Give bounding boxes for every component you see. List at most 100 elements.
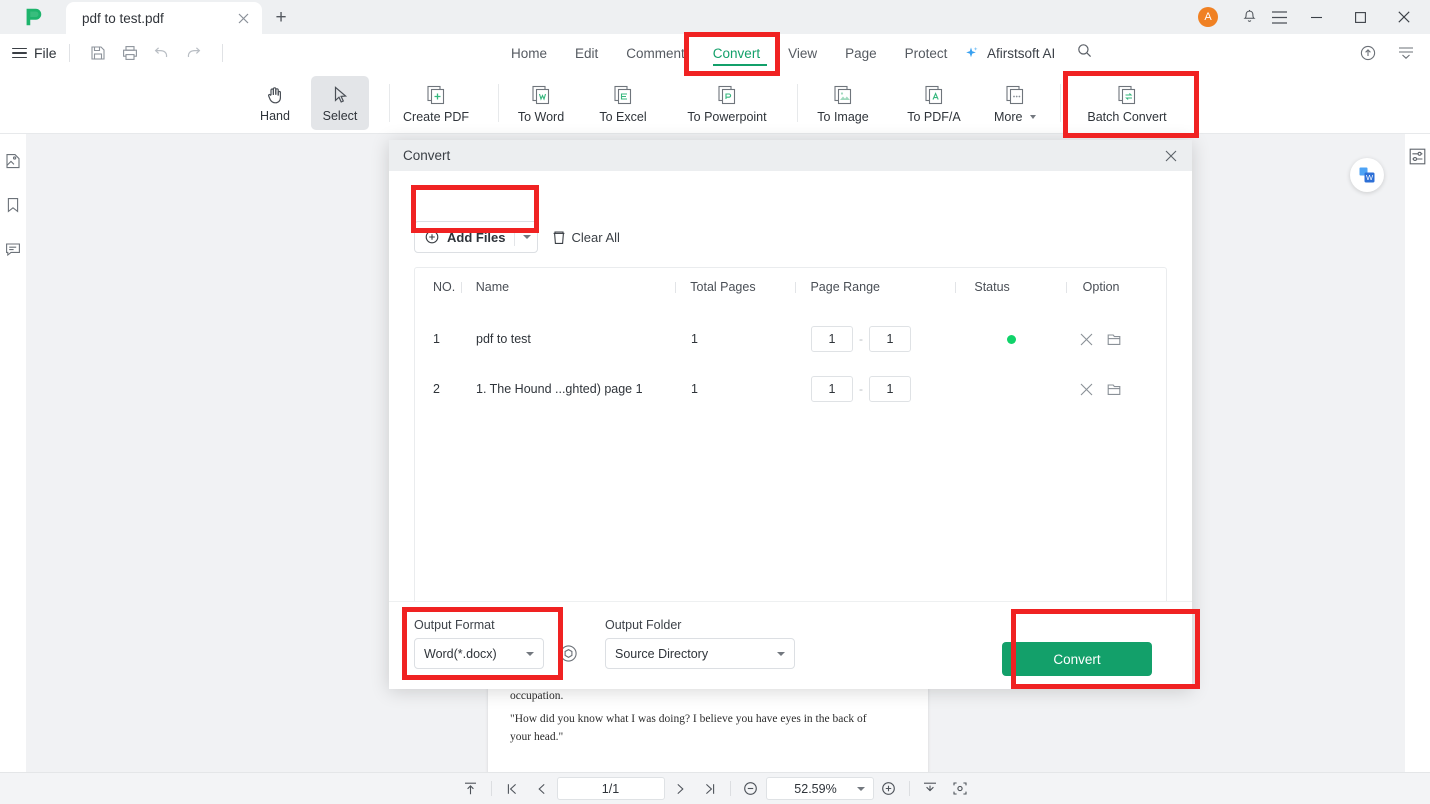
bell-icon[interactable] bbox=[1234, 0, 1264, 34]
table-row[interactable]: 1 pdf to test 1 1 - 1 bbox=[415, 314, 1166, 364]
format-settings-button[interactable] bbox=[553, 639, 583, 669]
chevron-down-icon[interactable] bbox=[522, 235, 531, 239]
tab-page[interactable]: Page bbox=[831, 34, 891, 72]
more-icon bbox=[1006, 85, 1024, 104]
create-pdf-icon bbox=[427, 85, 445, 104]
tab-edit[interactable]: Edit bbox=[561, 34, 612, 72]
ribbon-to-powerpoint-label: To Powerpoint bbox=[687, 109, 767, 124]
save-icon[interactable] bbox=[82, 40, 114, 66]
file-menu-label: File bbox=[34, 45, 57, 61]
open-folder-icon[interactable] bbox=[1107, 383, 1121, 396]
chevron-down-icon bbox=[856, 786, 865, 791]
output-folder-group: Output Folder Source Directory bbox=[605, 618, 795, 669]
tab-protect[interactable]: Protect bbox=[891, 34, 962, 72]
page-number-input[interactable]: 1/1 bbox=[556, 777, 665, 800]
output-folder-select[interactable]: Source Directory bbox=[605, 638, 795, 669]
ribbon-more[interactable]: More bbox=[984, 76, 1046, 130]
status-badge bbox=[956, 334, 1066, 344]
cloud-upload-icon[interactable] bbox=[1352, 40, 1384, 66]
ribbon-batch-convert[interactable]: Batch Convert bbox=[1072, 76, 1182, 130]
ribbon-select[interactable]: Select bbox=[311, 76, 369, 130]
tab-home[interactable]: Home bbox=[497, 34, 561, 72]
minimize-button[interactable] bbox=[1294, 0, 1338, 34]
fit-page-icon[interactable] bbox=[945, 777, 975, 801]
output-format-select[interactable]: Word(*.docx) bbox=[414, 638, 544, 669]
collapse-ribbon-icon[interactable] bbox=[1390, 40, 1422, 66]
ribbon-tabs: Home Edit Comment Convert View Page Prot… bbox=[497, 34, 961, 72]
print-icon[interactable] bbox=[114, 40, 146, 66]
column-page-range: Page Range bbox=[810, 280, 880, 294]
ribbon-to-powerpoint[interactable]: To Powerpoint bbox=[668, 76, 786, 130]
svg-text:W: W bbox=[1366, 173, 1374, 182]
zoom-out-icon[interactable] bbox=[736, 777, 766, 801]
close-icon[interactable] bbox=[1160, 145, 1182, 167]
ribbon-toolbar: Hand Select Create PDF To Word To Excel … bbox=[0, 72, 1430, 134]
output-format-label: Output Format bbox=[414, 618, 495, 632]
ribbon-to-image-label: To Image bbox=[817, 109, 869, 124]
next-page-icon[interactable] bbox=[665, 777, 695, 801]
properties-panel-icon[interactable] bbox=[1408, 146, 1428, 166]
first-page-icon[interactable] bbox=[497, 777, 527, 801]
remove-file-icon[interactable] bbox=[1080, 333, 1093, 346]
ribbon-to-pdfa[interactable]: To PDF/A bbox=[890, 76, 978, 130]
word-convert-float-button[interactable]: W bbox=[1350, 158, 1384, 192]
ribbon-hand[interactable]: Hand bbox=[250, 76, 300, 130]
column-no: NO. bbox=[433, 280, 456, 294]
redo-icon[interactable] bbox=[178, 40, 210, 66]
zoom-level-select[interactable]: 52.59% bbox=[765, 777, 874, 800]
clear-all-button[interactable]: Clear All bbox=[552, 230, 620, 245]
open-folder-icon[interactable] bbox=[1107, 333, 1121, 346]
fit-width-icon[interactable] bbox=[915, 777, 945, 801]
table-row[interactable]: 2 1. The Hound ...ghted) page 1 1 1 - 1 bbox=[415, 364, 1166, 414]
prev-page-icon[interactable] bbox=[527, 777, 557, 801]
to-powerpoint-icon bbox=[718, 85, 736, 104]
page-range-to-input[interactable]: 1 bbox=[869, 326, 911, 352]
page-range-from-input[interactable]: 1 bbox=[811, 376, 853, 402]
document-tab[interactable]: pdf to test.pdf bbox=[66, 2, 262, 34]
column-total-pages: Total Pages bbox=[690, 280, 756, 294]
row-name: 1. The Hound ...ghted) page 1 bbox=[476, 382, 643, 396]
gear-hexagon-icon bbox=[559, 645, 577, 662]
zoom-level-value: 52.59% bbox=[794, 781, 837, 796]
undo-icon[interactable] bbox=[146, 40, 178, 66]
avatar[interactable]: A bbox=[1198, 7, 1218, 27]
comment-icon[interactable] bbox=[2, 238, 24, 260]
output-format-value: Word(*.docx) bbox=[424, 646, 497, 661]
output-folder-value: Source Directory bbox=[615, 646, 709, 661]
ribbon-to-word-label: To Word bbox=[517, 109, 565, 124]
remove-file-icon[interactable] bbox=[1080, 383, 1093, 396]
page-range-to-input[interactable]: 1 bbox=[869, 376, 911, 402]
fit-top-icon[interactable] bbox=[456, 777, 486, 801]
column-name: Name bbox=[475, 280, 510, 294]
bookmark-icon[interactable] bbox=[2, 194, 24, 216]
add-files-button[interactable]: Add Files bbox=[414, 221, 538, 253]
menu-bar-right bbox=[1352, 34, 1422, 72]
tab-convert[interactable]: Convert bbox=[699, 34, 774, 72]
ribbon-create-pdf[interactable]: Create PDF bbox=[392, 76, 480, 130]
divider bbox=[908, 781, 910, 796]
ribbon-to-word[interactable]: To Word bbox=[503, 76, 579, 130]
file-menu-button[interactable]: File bbox=[12, 45, 57, 62]
thumbnails-icon[interactable] bbox=[2, 150, 24, 172]
zoom-in-icon[interactable] bbox=[874, 777, 904, 801]
last-page-icon[interactable] bbox=[695, 777, 725, 801]
divider bbox=[221, 44, 223, 62]
ai-entry[interactable]: Afirstsoft AI bbox=[963, 34, 1092, 72]
close-window-button[interactable] bbox=[1382, 0, 1426, 34]
maximize-button[interactable] bbox=[1338, 0, 1382, 34]
search-icon[interactable] bbox=[1077, 43, 1092, 63]
convert-dialog: Convert Add Files Clear All NO. Name Tot… bbox=[389, 140, 1192, 689]
title-bar: pdf to test.pdf + A bbox=[0, 0, 1430, 34]
hand-icon bbox=[267, 86, 281, 103]
ribbon-to-excel[interactable]: To Excel bbox=[586, 76, 660, 130]
ribbon-to-image[interactable]: To Image bbox=[803, 76, 883, 130]
tab-view[interactable]: View bbox=[774, 34, 831, 72]
convert-dialog-footer: Output Format Word(*.docx) Output Folder… bbox=[389, 601, 1192, 689]
tab-comment[interactable]: Comment bbox=[612, 34, 699, 72]
convert-button[interactable]: Convert bbox=[1002, 642, 1152, 676]
close-icon[interactable] bbox=[234, 9, 252, 27]
page-range-from-input[interactable]: 1 bbox=[811, 326, 853, 352]
hamburger-menu-icon[interactable] bbox=[1264, 0, 1294, 34]
new-tab-button[interactable]: + bbox=[262, 2, 300, 34]
divider bbox=[68, 44, 70, 62]
